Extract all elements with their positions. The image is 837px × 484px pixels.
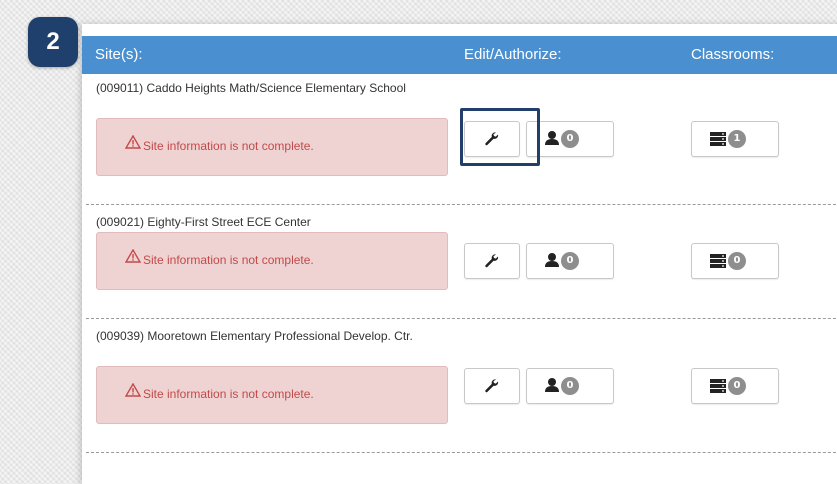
classrooms-button[interactable]: 1 — [691, 121, 779, 157]
header-classrooms: Classrooms: — [691, 46, 775, 63]
user-count-badge: 0 — [561, 377, 579, 395]
edit-site-button[interactable] — [464, 368, 520, 404]
user-count-badge: 0 — [561, 252, 579, 270]
classroom-count-badge: 1 — [728, 130, 746, 148]
classroom-count-badge: 0 — [728, 252, 746, 270]
site-alert: Site information is not complete. — [96, 366, 448, 424]
alert-text: Site information is not complete. — [143, 253, 314, 267]
authorize-users-button[interactable]: 0 — [526, 368, 614, 404]
server-stack-icon — [710, 132, 726, 146]
server-stack-icon — [710, 379, 726, 393]
server-stack-icon — [710, 254, 726, 268]
user-icon — [545, 131, 559, 145]
edit-site-button[interactable] — [464, 243, 520, 279]
row-divider — [86, 452, 837, 453]
user-count-badge: 0 — [561, 130, 579, 148]
wrench-icon — [485, 379, 499, 393]
user-icon — [545, 253, 559, 267]
table-header: Site(s): Edit/Authorize: Classrooms: — [82, 36, 837, 74]
row-divider — [86, 204, 837, 205]
warning-triangle-icon — [125, 249, 141, 263]
header-edit-authorize: Edit/Authorize: — [464, 46, 562, 63]
edit-button-highlight — [460, 108, 540, 166]
user-icon — [545, 378, 559, 392]
warning-triangle-icon — [125, 135, 141, 149]
site-name: (009039) Mooretown Elementary Profession… — [96, 329, 413, 343]
sites-panel: Site(s): Edit/Authorize: Classrooms: (00… — [82, 24, 837, 484]
site-alert: Site information is not complete. — [96, 232, 448, 290]
authorize-users-button[interactable]: 0 — [526, 243, 614, 279]
step-number-badge: 2 — [28, 17, 78, 67]
alert-text: Site information is not complete. — [143, 139, 314, 153]
header-sites: Site(s): — [95, 46, 143, 63]
site-name: (009011) Caddo Heights Math/Science Elem… — [96, 81, 406, 95]
warning-triangle-icon — [125, 383, 141, 397]
site-name: (009021) Eighty-First Street ECE Center — [96, 215, 311, 229]
classrooms-button[interactable]: 0 — [691, 368, 779, 404]
classroom-count-badge: 0 — [728, 377, 746, 395]
row-divider — [86, 318, 837, 319]
wrench-icon — [485, 254, 499, 268]
classrooms-button[interactable]: 0 — [691, 243, 779, 279]
site-alert: Site information is not complete. — [96, 118, 448, 176]
alert-text: Site information is not complete. — [143, 387, 314, 401]
